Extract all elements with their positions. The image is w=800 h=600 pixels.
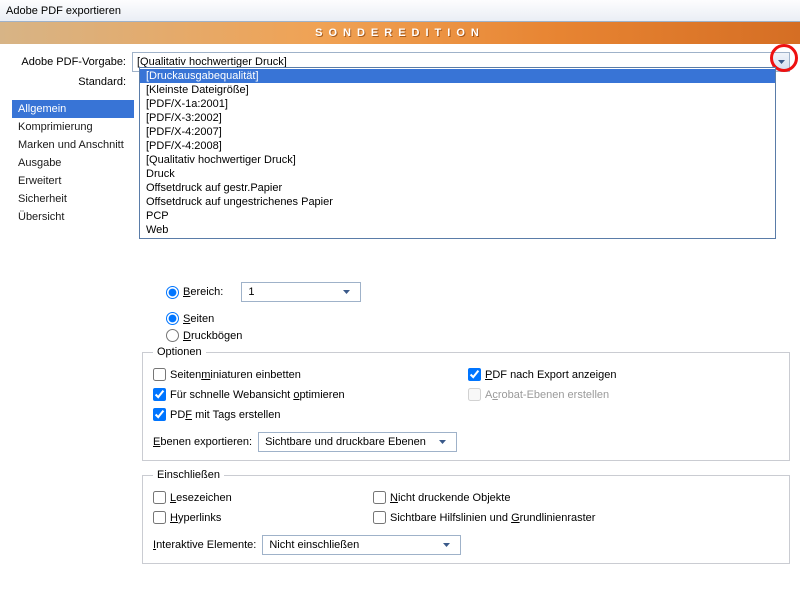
sidebar-item-allgemein[interactable]: Allgemein (12, 100, 134, 118)
preset-option[interactable]: Druck (140, 167, 775, 181)
radio-seiten[interactable]: Seiten (166, 312, 214, 325)
sidebar-item-komprimierung[interactable]: Komprimierung (12, 118, 134, 136)
check-hilfslinien[interactable]: Sichtbare Hilfslinien und Grundlinienras… (373, 511, 595, 524)
preset-option[interactable]: [Kleinste Dateigröße] (140, 83, 775, 97)
radio-bereich[interactable]: Bereich: (166, 286, 223, 299)
ebenen-value: Sichtbare und druckbare Ebenen (259, 436, 439, 448)
preset-option[interactable]: [Qualitativ hochwertiger Druck] (140, 153, 775, 167)
interaktive-value: Nicht einschließen (263, 539, 443, 551)
preset-option[interactable]: PCP (140, 209, 775, 223)
banner: SONDEREDITION (0, 22, 800, 44)
preset-option[interactable]: Web (140, 223, 775, 237)
options-group: Optionen Seitenminiaturen einbetten PDF … (142, 346, 790, 461)
include-legend: Einschließen (153, 469, 224, 481)
sidebar-item-marken-und-anschnitt[interactable]: Marken und Anschnitt (12, 136, 134, 154)
check-hyperlinks[interactable]: Hyperlinks (153, 511, 221, 524)
chevron-down-icon[interactable] (343, 290, 360, 294)
radio-bereich-label: ereich: (190, 286, 223, 298)
include-group: Einschließen Lesezeichen Nicht druckende… (142, 469, 790, 564)
range-value: 1 (242, 286, 343, 298)
window-titlebar: Adobe PDF exportieren (0, 0, 800, 22)
sidebar-item-sicherheit[interactable]: Sicherheit (12, 190, 134, 208)
preset-option[interactable]: [PDF/X-3:2002] (140, 111, 775, 125)
interaktive-label: Interaktive Elemente: (153, 539, 262, 551)
check-tags[interactable]: PDF mit Tags erstellen (153, 408, 280, 421)
preset-dropdown-list[interactable]: [Druckausgabequalität][Kleinste Dateigrö… (139, 67, 776, 239)
check-nicht-druckend[interactable]: Nicht druckende Objekte (373, 491, 510, 504)
check-lesezeichen[interactable]: Lesezeichen (153, 491, 232, 504)
check-acrobat-ebenen: Acrobat-Ebenen erstellen (468, 388, 609, 401)
range-combo[interactable]: 1 (241, 282, 361, 302)
chevron-down-icon[interactable] (439, 440, 456, 444)
preset-label: Adobe PDF-Vorgabe: (12, 56, 132, 68)
preset-option[interactable]: [PDF/X-1a:2001] (140, 97, 775, 111)
ebenen-label: Ebenen exportieren: (153, 436, 258, 448)
chevron-down-icon[interactable] (443, 543, 460, 547)
options-legend: Optionen (153, 346, 206, 358)
ebenen-combo[interactable]: Sichtbare und druckbare Ebenen (258, 432, 457, 452)
preset-option[interactable]: Offsetdruck auf ungestrichenes Papier (140, 195, 775, 209)
sidebar-item-erweitert[interactable]: Erweitert (12, 172, 134, 190)
sidebar-item-übersicht[interactable]: Übersicht (12, 208, 134, 226)
check-miniaturen[interactable]: Seitenminiaturen einbetten (153, 368, 301, 381)
sidebar: AllgemeinKomprimierungMarken und Anschni… (12, 94, 134, 600)
preset-option[interactable]: [PDF/X-4:2008] (140, 139, 775, 153)
standard-label: Standard: (12, 76, 132, 88)
sidebar-item-ausgabe[interactable]: Ausgabe (12, 154, 134, 172)
window-title: Adobe PDF exportieren (6, 5, 121, 17)
preset-option[interactable]: [Druckausgabequalität] (140, 69, 775, 83)
check-webansicht[interactable]: Für schnelle Webansicht optimieren (153, 388, 345, 401)
radio-druckbogen[interactable]: Druckbögen (166, 329, 242, 342)
interaktive-combo[interactable]: Nicht einschließen (262, 535, 461, 555)
preset-option[interactable]: Offsetdruck auf gestr.Papier (140, 181, 775, 195)
check-pdf-nach-export[interactable]: PDF nach Export anzeigen (468, 368, 616, 381)
preset-option[interactable]: [PDF/X-4:2007] (140, 125, 775, 139)
